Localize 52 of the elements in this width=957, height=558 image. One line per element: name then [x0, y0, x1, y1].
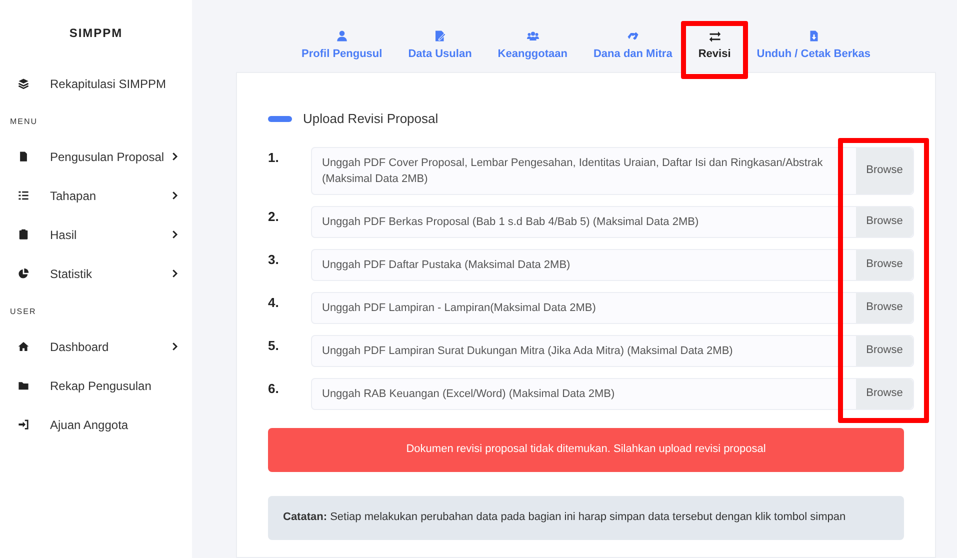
file-input[interactable]: Unggah PDF Lampiran Surat Dukungan Mitra (Jika Ada Mitra) (Maksimal Data 2MB) Browse [311, 334, 914, 366]
sidebar-label: Pengusulan Proposal [50, 148, 166, 166]
tab[interactable]: Revisi [698, 30, 731, 62]
sidebar-item[interactable]: Rekap Pengusulan [0, 366, 192, 405]
item-number: 2. [268, 208, 280, 226]
tab[interactable]: Dana dan Mitra [593, 30, 672, 62]
browse-button[interactable]: Browse [856, 250, 913, 280]
sidebar-item[interactable]: Rekapitulasi SIMPPM [0, 64, 192, 103]
browse-button[interactable]: Browse [856, 378, 913, 408]
tab[interactable]: Data Usulan [408, 30, 472, 62]
sidebar-label: Rekapitulasi SIMPPM [50, 76, 168, 92]
item-number: 5. [268, 336, 280, 354]
error-alert: Dokumen revisi proposal tidak ditemukan. Silahkan upload revisi proposal [268, 428, 904, 472]
file-input[interactable]: Unggah RAB Keuangan (Excel/Word) (Maksimal Data 2MB) Browse [311, 378, 914, 410]
sidebar-label: Statistik [50, 266, 94, 282]
sidebar-item[interactable]: Dashboard [0, 327, 192, 366]
sidebar-label: Ajuan Anggota [50, 416, 130, 434]
sidebar-label: Tahapan [50, 188, 98, 204]
file-input[interactable]: Unggah PDF Daftar Pustaka (Maksimal Data 2MB) Browse [311, 248, 914, 280]
sidebar-heading: MENU [9, 116, 39, 128]
file-placeholder: Unggah PDF Daftar Pustaka (Maksimal Data 2MB) [321, 258, 572, 272]
tab[interactable]: Profil Pengusul [302, 30, 382, 62]
sidebar-label: Dashboard [50, 338, 110, 356]
file-placeholder: Unggah RAB Keuangan (Excel/Word) (Maksimal Data 2MB) [321, 386, 616, 402]
item-number: 1. [268, 148, 280, 166]
sidebar-item[interactable]: Hasil [0, 215, 192, 254]
browse-button[interactable]: Browse [856, 206, 913, 236]
file-input[interactable]: Unggah PDF Cover Proposal, Lembar Pengesahan, Identitas Uraian, Daftar Isi dan Ringkasan/Abstrak (Maksimal Data 2MB) Browse [311, 146, 914, 194]
file-placeholder: Unggah PDF Lampiran - Lampiran(Maksimal Data 2MB) [321, 300, 597, 316]
file-input[interactable]: Unggah PDF Lampiran - Lampiran(Maksimal Data 2MB) Browse [311, 292, 914, 324]
sidebar-item[interactable]: Statistik [0, 254, 192, 293]
sidebar-item[interactable]: Pengusulan Proposal [0, 137, 192, 176]
file-placeholder: Unggah PDF Cover Proposal, Lembar Pengesahan, Identitas Uraian, Daftar Isi dan Ringkasan/Abstrak (Maksimal Data 2MB) [321, 156, 824, 186]
browse-button[interactable]: Browse [856, 292, 913, 322]
item-number: 4. [268, 294, 280, 312]
browse-button[interactable]: Browse [856, 336, 913, 366]
sidebar-label: Rekap Pengusulan [50, 378, 152, 394]
sidebar-heading: USER [9, 306, 38, 318]
browse-button[interactable]: Browse [856, 148, 913, 194]
file-placeholder: Unggah PDF Berkas Proposal (Bab 1 s.d Bab 4/Bab 5) (Maksimal Data 2MB) [321, 214, 700, 230]
tab[interactable]: Keanggotaan [498, 30, 568, 62]
brand-title: SIMPPM [68, 25, 124, 42]
file-input[interactable]: Unggah PDF Berkas Proposal (Bab 1 s.d Bab 4/Bab 5) (Maksimal Data 2MB) Browse [311, 206, 914, 238]
sidebar-item[interactable]: Tahapan [0, 176, 192, 215]
sidebar-label: Hasil [50, 226, 78, 244]
item-number: 6. [268, 380, 280, 398]
sidebar-item[interactable]: Ajuan Anggota [0, 405, 192, 444]
note-text: Catatan: Setiap melakukan perubahan data pada bagian ini harap simpan data tersebut dengan klik tombol simpan [283, 510, 846, 526]
file-placeholder: Unggah PDF Lampiran Surat Dukungan Mitra (Jika Ada Mitra) (Maksimal Data 2MB) [321, 344, 734, 358]
item-number: 3. [268, 250, 280, 268]
section-title: Upload Revisi Proposal [303, 110, 438, 128]
tab[interactable]: Unduh / Cetak Berkas [756, 30, 870, 62]
